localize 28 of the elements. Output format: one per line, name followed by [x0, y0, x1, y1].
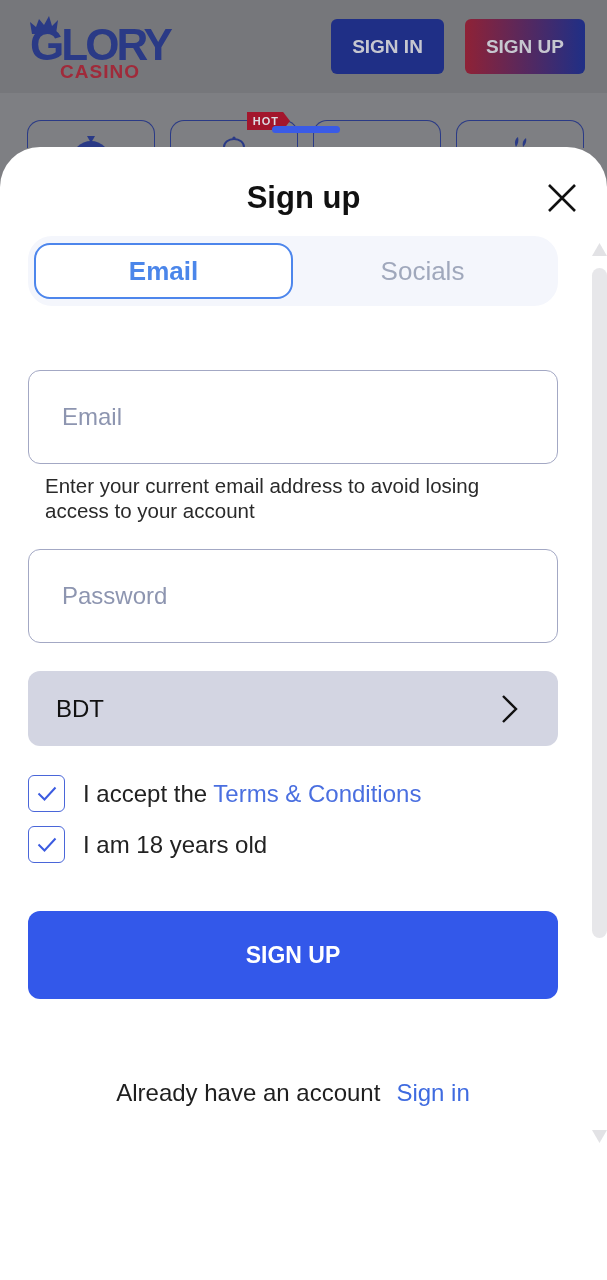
password-field[interactable]: Password: [28, 549, 558, 643]
tab[interactable]: Email: [34, 243, 293, 299]
checkmark-icon: [36, 786, 57, 801]
field-hint: Enter your current email address to avoid losing access to your account: [44, 473, 481, 523]
terms-link[interactable]: Terms & Conditions: [213, 779, 422, 807]
sign-up-submit-button[interactable]: SIGN UP: [28, 911, 558, 999]
checkbox-label: I accept the Terms & Conditions: [83, 778, 422, 809]
drag-handle[interactable]: [272, 126, 340, 133]
close-button[interactable]: [547, 183, 577, 213]
logo-subtitle: CASINO: [60, 62, 140, 81]
sign-in-button[interactable]: SIGN IN: [331, 19, 444, 74]
sign-in-link[interactable]: Sign in: [396, 1077, 470, 1109]
checkbox[interactable]: [28, 775, 65, 812]
scrollbar-thumb[interactable]: [592, 268, 607, 938]
dome-icon: [222, 135, 246, 147]
sprout-icon: [512, 135, 528, 147]
checkmark-icon: [36, 837, 57, 852]
account-prompt: Already have an account: [116, 1078, 381, 1108]
close-icon: [547, 183, 577, 213]
sign-up-button[interactable]: SIGN UP: [464, 19, 585, 74]
email-field[interactable]: Email: [28, 370, 558, 464]
logo-title: GLORY: [30, 26, 170, 63]
dialog-title: Sign up: [246, 180, 361, 216]
checkbox-label: I am 18 years old: [83, 829, 268, 860]
hot-badge: HOT: [246, 112, 290, 130]
chevron-right-icon: [500, 693, 518, 724]
checkbox[interactable]: [28, 826, 65, 863]
currency-select[interactable]: BDT: [28, 671, 558, 746]
